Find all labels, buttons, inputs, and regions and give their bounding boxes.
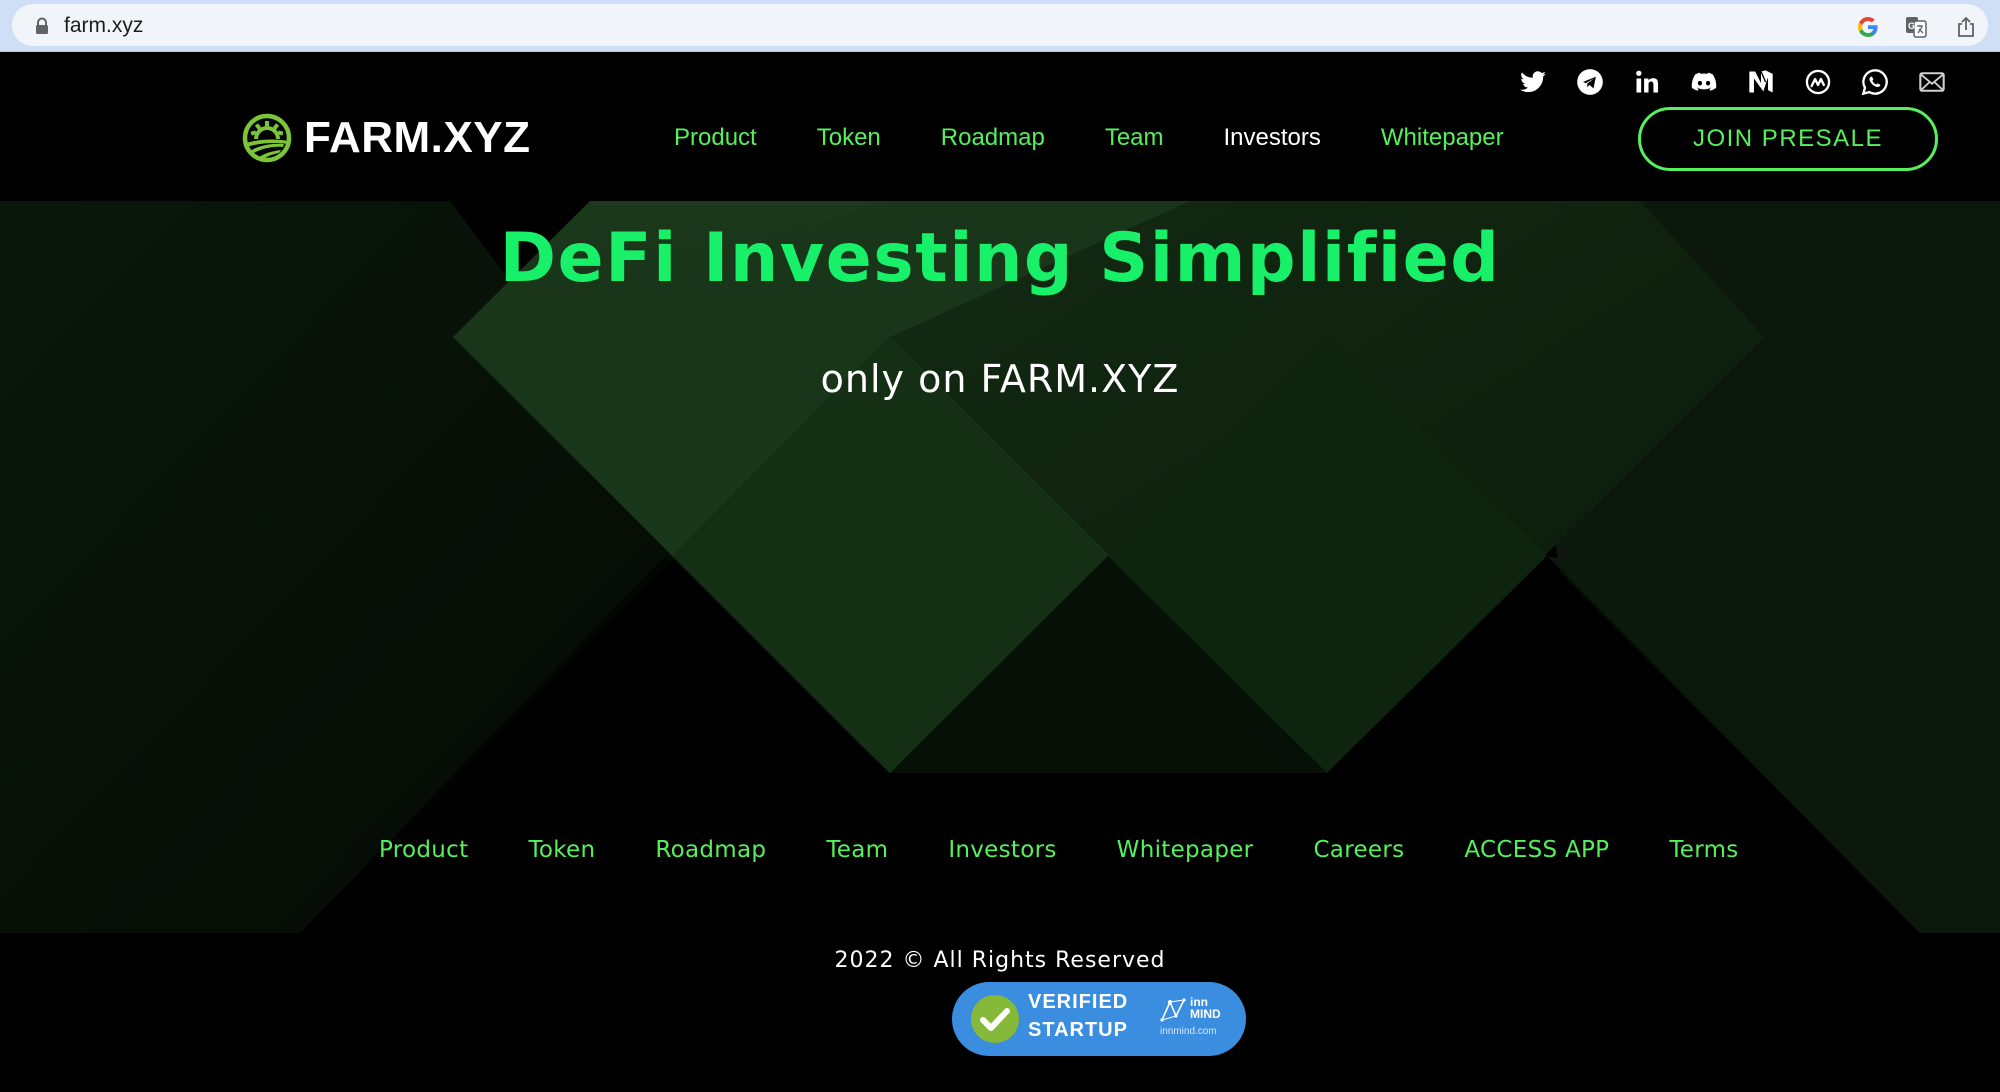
join-presale-button[interactable]: JOIN PRESALE [1638,107,1938,171]
nav-item-whitepaper[interactable]: Whitepaper [1381,121,1504,155]
medium-icon[interactable] [1732,63,1789,101]
footer-link-roadmap[interactable]: Roadmap [655,837,766,863]
checkmark-icon [971,995,1019,1043]
footer-link-terms[interactable]: Terms [1669,837,1738,863]
hero-title: DeFi Investing Simplified [499,219,1501,298]
nav-item-investors[interactable]: Investors [1224,121,1321,155]
discord-icon[interactable] [1675,63,1732,101]
social-links [1504,63,1960,101]
farm-logo-icon [242,113,292,163]
hero-subtitle: only on FARM.XYZ [820,357,1180,401]
lock-icon [36,17,48,34]
address-bar[interactable]: farm.xyz G [12,4,1988,46]
main-nav: Product Token Roadmap Team Investors Whi… [674,121,1504,155]
telegram-icon[interactable] [1561,63,1618,101]
footer-link-careers[interactable]: Careers [1313,837,1404,863]
coinmarketcap-icon[interactable] [1789,63,1846,101]
share-icon[interactable] [1954,15,1978,39]
footer-link-token[interactable]: Token [528,837,595,863]
background-diamond-pattern [0,201,2000,1092]
nav-item-team[interactable]: Team [1105,121,1164,155]
innmind-logo-icon [1160,998,1186,1022]
footer-link-team[interactable]: Team [826,837,888,863]
copyright-text: 2022 © All Rights Reserved [834,948,1166,973]
translate-icon[interactable]: G [1904,15,1928,39]
footer-link-whitepaper[interactable]: Whitepaper [1117,837,1254,863]
nav-item-roadmap[interactable]: Roadmap [941,121,1045,155]
google-icon[interactable] [1856,15,1880,39]
footer-nav: Product Token Roadmap Team Investors Whi… [379,837,1739,863]
site-header: FARM.XYZ Product Token Roadmap Team Inve… [0,53,2000,201]
footer-link-product[interactable]: Product [379,837,468,863]
nav-item-product[interactable]: Product [674,121,757,155]
footer-link-access-app[interactable]: ACCESS APP [1464,837,1609,863]
twitter-icon[interactable] [1504,63,1561,101]
verified-startup-badge[interactable]: VERIFIED STARTUP inn MIND innmind.com [952,982,1246,1056]
site-logo[interactable]: FARM.XYZ [242,113,530,163]
svg-text:G: G [1908,21,1915,31]
badge-domain: innmind.com [1160,1026,1217,1037]
linkedin-icon[interactable] [1618,63,1675,101]
nav-item-token[interactable]: Token [817,121,881,155]
badge-line-2: STARTUP [1028,1019,1128,1041]
url-text[interactable]: farm.xyz [64,14,143,38]
email-icon[interactable] [1903,63,1960,101]
badge-line-1: VERIFIED [1028,991,1129,1013]
page: FARM.XYZ Product Token Roadmap Team Inve… [0,53,2000,1092]
browser-toolbar: farm.xyz G [0,0,2000,52]
whatsapp-icon[interactable] [1846,63,1903,101]
badge-brand-line-2: MIND [1190,1007,1221,1021]
footer-link-investors[interactable]: Investors [948,837,1056,863]
logo-text: FARM.XYZ [304,113,531,162]
